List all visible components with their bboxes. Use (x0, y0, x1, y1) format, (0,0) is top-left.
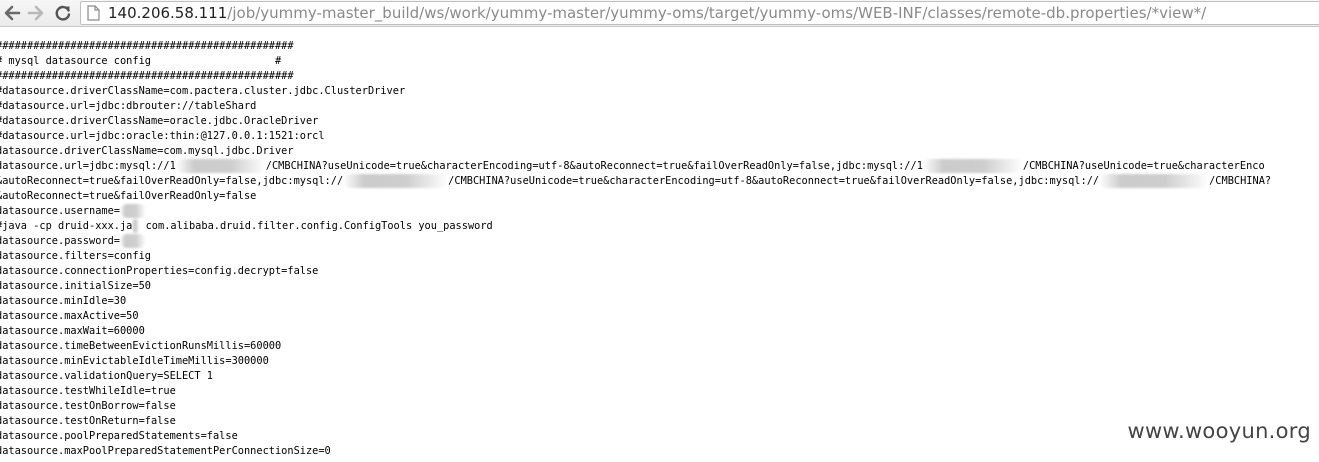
datasource-url-line: &autoReconnect=true&failOverReadOnly=fal… (0, 174, 1319, 189)
forward-button[interactable] (24, 1, 48, 25)
page-document-icon (87, 5, 100, 21)
file-line: datasource.filters=config (0, 250, 151, 262)
browser-toolbar: 140.206.58.111/job/yummy-master_build/ws… (0, 0, 1319, 27)
username-key: datasource.username= (0, 205, 120, 217)
redacted-char (132, 219, 140, 233)
reload-button[interactable] (51, 1, 75, 25)
url-line-part: /CMBCHINA?useUnicode=true&characterEncod… (265, 160, 923, 172)
url-path: /job/yummy-master_build/ws/work/yummy-ma… (227, 4, 1207, 22)
url-line-part: /CMBCHINA?useUnicode=true&characterEncod… (448, 175, 1100, 187)
file-line: datasource.testWhileIdle=true (0, 385, 176, 397)
redacted-host (1099, 174, 1210, 188)
url-line-part: &autoReconnect=true&failOverReadOnly=fal… (0, 175, 344, 187)
file-line: datasource.testOnBorrow=false (0, 400, 176, 412)
redacted-host (175, 159, 266, 173)
datasource-url-line: datasource.url=jdbc:mysql://1/CMBCHINA?u… (0, 159, 1319, 174)
url-text: 140.206.58.111/job/yummy-master_build/ws… (108, 3, 1206, 23)
java-comment-line: #java -cp druid-xxx.ja com.alibaba.druid… (0, 219, 1319, 234)
password-line: datasource.password= (0, 234, 1319, 249)
back-button[interactable] (0, 1, 24, 25)
forward-arrow-icon (27, 5, 44, 21)
file-line: #datasource.url=jdbc:dbrouter://tableSha… (0, 100, 257, 112)
file-line: datasource.minEvictableIdleTimeMillis=30… (0, 355, 269, 367)
file-line: datasource.maxPoolPreparedStatementPerCo… (0, 445, 331, 457)
redacted-host (922, 159, 1023, 173)
url-line-part: datasource.url=jdbc:mysql://1 (0, 160, 176, 172)
url-line-part: /CMBCHINA?useUnicode=true&characterEnco (1022, 160, 1265, 172)
redacted-username (120, 204, 146, 218)
file-line: datasource.poolPreparedStatements=false (0, 430, 238, 442)
file-line: ########################################… (0, 70, 294, 82)
file-line: #datasource.url=jdbc:oracle:thin:@127.0.… (0, 130, 325, 142)
file-line: datasource.initialSize=50 (0, 280, 151, 292)
file-line: #datasource.driverClassName=oracle.jdbc.… (0, 115, 319, 127)
url-line-part: /CMBCHINA? (1209, 175, 1272, 187)
file-line: datasource.timeBetweenEvictionRunsMillis… (0, 340, 282, 352)
java-part: #java -cp druid-xxx.ja (0, 220, 133, 232)
file-line: ########################################… (0, 40, 294, 52)
file-line: # mysql datasource config # (0, 55, 282, 67)
redacted-password (120, 234, 146, 248)
address-bar[interactable]: 140.206.58.111/job/yummy-master_build/ws… (80, 1, 1319, 25)
back-arrow-icon (4, 5, 21, 21)
file-line: datasource.testOnReturn=false (0, 415, 176, 427)
password-key: datasource.password= (0, 235, 120, 247)
redacted-host (343, 174, 449, 188)
url-host: 140.206.58.111 (108, 4, 228, 22)
datasource-url-line: &autoReconnect=true&failOverReadOnly=fal… (0, 190, 257, 202)
file-content: ########################################… (0, 39, 1319, 462)
file-line: datasource.minIdle=30 (0, 295, 127, 307)
file-line: datasource.maxWait=60000 (0, 325, 145, 337)
file-line: datasource.driverClassName=com.mysql.jdb… (0, 145, 294, 157)
reload-icon (55, 5, 71, 21)
java-part: com.alibaba.druid.filter.config.ConfigTo… (139, 220, 493, 232)
username-line: datasource.username= (0, 204, 1319, 219)
file-line: datasource.maxActive=50 (0, 310, 139, 322)
file-line: #datasource.driverClassName=com.pactera.… (0, 85, 406, 97)
watermark: www.wooyun.org (1127, 419, 1311, 443)
file-line: datasource.connectionProperties=config.d… (0, 265, 319, 277)
file-line: datasource.validationQuery=SELECT 1 (0, 370, 213, 382)
